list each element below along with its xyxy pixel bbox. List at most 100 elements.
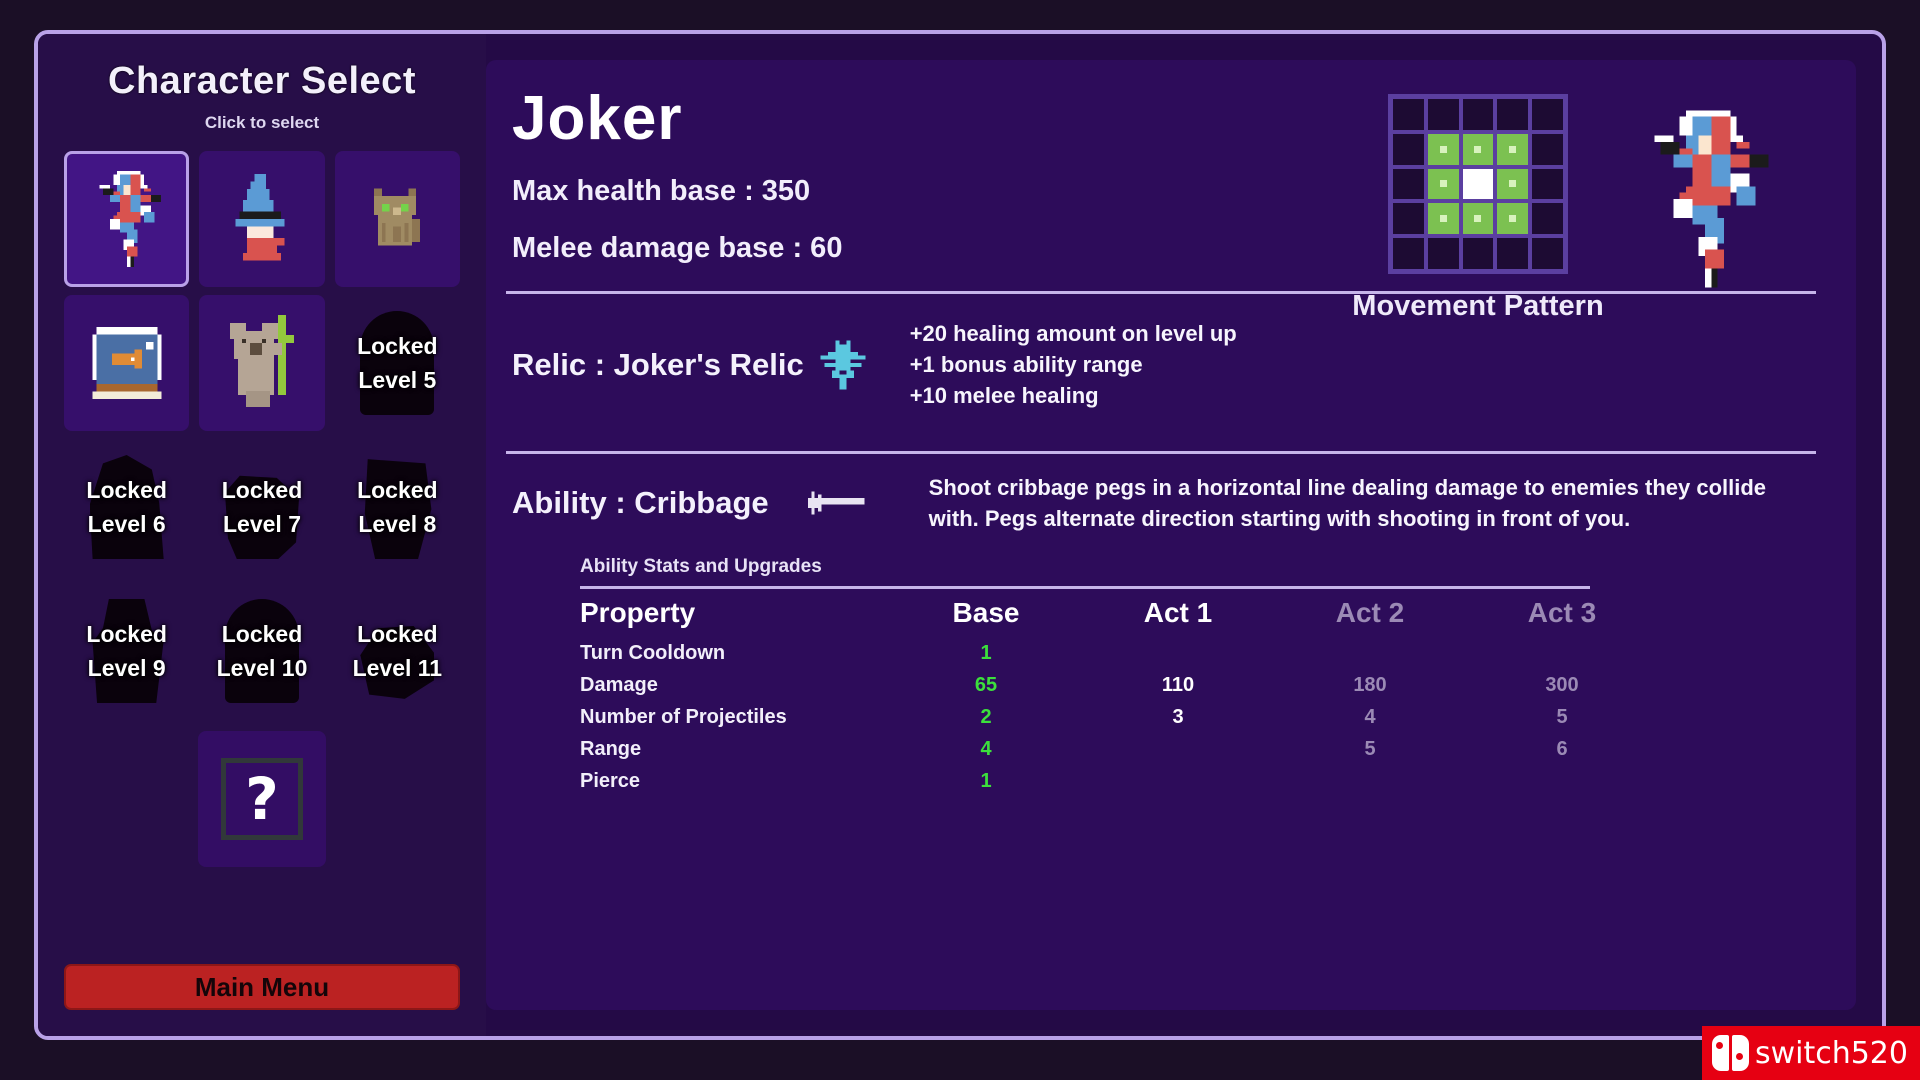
relic-frog-icon [816,337,870,393]
movement-cell-active [1462,133,1494,165]
character-slot-locked-8: Locked Level 8 [335,439,460,575]
stat-base: 65 [974,673,998,696]
column-header-base: Base [952,597,1020,629]
locked-level: Level 5 [358,367,437,393]
movement-pattern-grid [1388,94,1568,274]
relic-label: Relic : Joker's Relic [512,346,804,382]
stat-act1 [1082,733,1274,765]
stat-act1 [1082,765,1274,797]
locked-level: Level 6 [87,511,166,537]
movement-cell [1427,99,1459,130]
stat-property: Range [580,737,642,760]
locked-label: Locked Level 11 [353,617,443,685]
relic-section: Relic : Joker's Relic +20 healing amount… [506,294,1816,425]
select-hint: Click to select [204,113,320,132]
joker-sprite [86,167,168,271]
stat-base: 1 [980,641,992,664]
movement-cell [1532,168,1563,200]
character-grid: Locked Level 5 Locked Level 6 Locked Lev… [64,151,460,719]
stats-divider [580,586,1590,590]
stat-act2 [1274,765,1466,797]
character-select-screen: Character Select Click to select Locked … [34,30,1886,1040]
stat-act3 [1466,765,1658,797]
stat-property: Number of Projectiles [580,705,787,728]
table-row: Range 4 5 6 [580,733,1658,765]
stat-act1: 3 [1172,705,1184,728]
character-slot-locked-5: Locked Level 5 [335,295,460,431]
stat-act3: 5 [1556,705,1568,728]
ability-label: Ability : Cribbage [512,485,769,521]
character-select-sidebar: Character Select Click to select Locked … [38,34,486,1036]
movement-cell-active [1462,203,1494,235]
character-slot-mystery[interactable]: ? [198,731,326,867]
movement-cell [1427,238,1459,269]
relic-effects-list: +20 healing amount on level up +1 bonus … [910,318,1237,411]
movement-pattern-label: Movement Pattern [1352,290,1604,322]
stat-act1 [1082,637,1274,669]
character-detail-panel: Joker Max health base : 350 Melee damage… [486,60,1856,1010]
movement-cell-active [1497,133,1529,165]
stat-base: 4 [980,737,992,760]
locked-word: Locked [86,477,167,503]
stat-act2 [1274,637,1466,669]
locked-level: Level 10 [216,655,308,681]
stat-property: Damage [580,673,658,696]
character-slot-locked-9: Locked Level 9 [64,583,189,719]
movement-cell [1393,99,1424,130]
movement-cell-active [1497,203,1529,235]
movement-pattern-block: Movement Pattern [1348,94,1608,323]
movement-cell [1532,203,1563,235]
stat-property: Turn Cooldown [580,641,726,664]
relic-effect-item: +1 bonus ability range [909,352,1143,378]
movement-cell-active [1427,133,1459,165]
movement-cell [1532,238,1563,269]
character-slot-wizard[interactable] [199,151,325,287]
locked-word: Locked [357,621,438,647]
character-slot-locked-6: Locked Level 6 [64,439,189,575]
movement-cell [1462,238,1494,269]
stat-base: 2 [980,705,992,728]
hero-portrait-sprite [1610,104,1800,294]
movement-cell [1497,238,1529,269]
locked-level: Level 11 [352,655,443,681]
locked-level: Level 7 [222,511,301,537]
table-row: Damage 65 110 180 300 [580,669,1658,701]
question-mark-icon: ? [221,758,303,840]
movement-cell [1393,133,1424,165]
stat-act3 [1466,637,1658,669]
character-slot-locked-10: Locked Level 10 [199,583,324,719]
main-menu-button[interactable]: Main Menu [64,964,460,1010]
fishbowl-sprite [85,323,169,403]
movement-cell [1532,133,1563,165]
movement-cell [1393,238,1424,269]
cribbage-peg-icon [803,488,873,518]
wizard-sprite [223,170,301,268]
column-header-act2: Act 2 [1335,597,1405,629]
movement-cell-active [1427,203,1459,235]
movement-cell [1532,99,1563,130]
character-slot-fishbowl[interactable] [64,295,190,431]
page-title: Character Select [108,60,416,102]
table-row: Number of Projectiles 2 3 4 5 [580,701,1658,733]
movement-cell [1462,99,1494,130]
character-slot-locked-7: Locked Level 7 [199,439,324,575]
stat-base: 1 [980,769,992,792]
character-slot-joker[interactable] [64,151,190,287]
movement-cell-active [1497,168,1529,200]
locked-label: Locked Level 5 [357,329,438,397]
ability-stats-table: Property Base Act 1 Act 2 Act 3 Turn Coo… [580,595,1658,797]
column-header-property: Property [580,597,696,629]
stat-act2: 4 [1364,705,1376,728]
character-slot-cat[interactable] [334,151,460,287]
locked-word: Locked [221,477,303,503]
stat-act2: 5 [1364,737,1376,760]
stat-property: Pierce [580,769,641,792]
koala-sprite [222,314,302,412]
locked-word: Locked [357,333,438,359]
movement-cell [1393,168,1424,200]
locked-word: Locked [86,621,167,647]
character-slot-koala[interactable] [199,295,325,431]
locked-label: Locked Level 9 [86,617,167,685]
locked-label: Locked Level 10 [217,617,308,685]
locked-label: Locked Level 7 [222,473,303,541]
